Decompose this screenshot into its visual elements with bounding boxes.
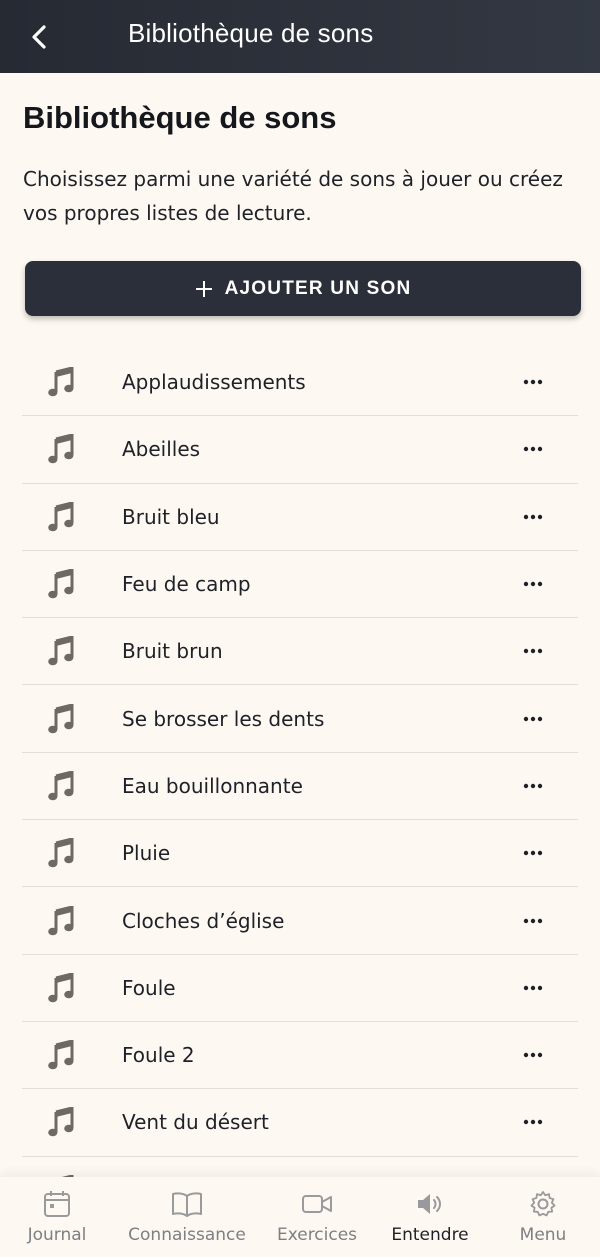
page-description: Choisissez parmi une variété de sons à j… bbox=[23, 167, 563, 225]
music-note-icon bbox=[48, 838, 74, 868]
music-note-icon bbox=[48, 905, 74, 936]
music-note-icon bbox=[48, 1107, 74, 1137]
more-horizontal-icon bbox=[523, 1052, 543, 1058]
sound-list-item[interactable]: Foule bbox=[22, 955, 578, 1022]
bottom-tab-bar: Journal Connaissance Exercices Entendre … bbox=[0, 1177, 600, 1257]
more-horizontal-icon bbox=[523, 918, 543, 923]
chevron-left-icon bbox=[32, 25, 46, 49]
plus-icon bbox=[195, 280, 213, 298]
tab-entendre[interactable]: Entendre bbox=[388, 1177, 472, 1257]
more-options-button[interactable] bbox=[518, 976, 548, 1000]
sound-list-item[interactable]: Eau bouillonnante bbox=[22, 753, 578, 821]
more-options-button[interactable] bbox=[518, 841, 548, 865]
sound-name: Abeilles bbox=[122, 437, 201, 462]
music-note-icon bbox=[48, 367, 74, 397]
calendar-icon bbox=[43, 1189, 71, 1219]
music-note-icon bbox=[48, 434, 74, 464]
music-note-icon bbox=[48, 770, 74, 801]
sound-list-item[interactable]: Abeilles bbox=[22, 416, 578, 484]
tab-label: Entendre bbox=[391, 1225, 469, 1245]
top-app-bar: Bibliothèque de sons bbox=[0, 0, 600, 73]
sound-list-item[interactable]: Feu de camp bbox=[22, 551, 578, 619]
topbar-title: Bibliothèque de sons bbox=[128, 18, 374, 48]
more-options-button[interactable] bbox=[518, 1043, 548, 1067]
music-note-icon bbox=[48, 972, 74, 1003]
sound-name: Vent du désert bbox=[122, 1110, 269, 1135]
more-horizontal-icon bbox=[523, 783, 543, 789]
more-horizontal-icon bbox=[523, 447, 543, 452]
sound-name: Applaudissements bbox=[122, 370, 306, 395]
tab-label: Exercices bbox=[276, 1225, 358, 1245]
tab-connaissance[interactable]: Connaissance bbox=[126, 1177, 248, 1257]
tab-label: Connaissance bbox=[128, 1225, 246, 1245]
page-title: Bibliothèque de sons bbox=[23, 100, 337, 135]
sound-name: Foule bbox=[122, 975, 176, 1000]
sound-list-item[interactable]: Bruit bleu bbox=[22, 484, 578, 551]
music-note-icon bbox=[48, 501, 74, 532]
more-options-button[interactable] bbox=[518, 437, 548, 461]
more-horizontal-icon bbox=[523, 1120, 543, 1125]
more-horizontal-icon bbox=[523, 716, 543, 721]
more-horizontal-icon bbox=[523, 985, 543, 991]
sound-list-item[interactable]: Cloches d’église bbox=[22, 887, 578, 955]
sound-name: Se brosser les dents bbox=[122, 706, 325, 731]
sound-list-item[interactable]: Pluie bbox=[22, 820, 578, 888]
sound-name: Cloches d’église bbox=[122, 908, 285, 933]
tab-menu[interactable]: Menu bbox=[510, 1177, 576, 1257]
sound-name: Pluie bbox=[122, 841, 171, 866]
sound-name: Eau bouillonnante bbox=[122, 773, 303, 798]
tab-label: Menu bbox=[519, 1225, 567, 1245]
sound-list: Applaudissements Abeilles Bruit bleu Feu… bbox=[22, 349, 578, 1177]
sound-list-item[interactable]: Se brosser les dents bbox=[22, 685, 578, 753]
more-options-button[interactable] bbox=[518, 370, 548, 394]
more-horizontal-icon bbox=[523, 514, 543, 519]
more-options-button[interactable] bbox=[518, 639, 548, 663]
music-note-icon bbox=[48, 569, 74, 599]
more-options-button[interactable] bbox=[518, 909, 548, 933]
more-horizontal-icon bbox=[523, 581, 543, 587]
music-note-icon bbox=[48, 1040, 74, 1070]
book-icon bbox=[171, 1189, 203, 1219]
music-note-icon bbox=[48, 636, 74, 666]
more-options-button[interactable] bbox=[518, 707, 548, 731]
more-horizontal-icon bbox=[523, 649, 543, 654]
music-note-icon bbox=[48, 703, 74, 734]
more-options-button[interactable] bbox=[518, 572, 548, 596]
add-sound-button-label: AJOUTER UN SON bbox=[224, 277, 412, 299]
more-options-button[interactable] bbox=[518, 505, 548, 529]
sound-name: Bruit brun bbox=[122, 639, 223, 664]
video-camera-icon bbox=[301, 1189, 333, 1219]
sound-name: Bruit bleu bbox=[122, 504, 220, 529]
sound-list-item[interactable]: Bruit brun bbox=[22, 618, 578, 686]
more-options-button[interactable] bbox=[518, 774, 548, 798]
back-button[interactable] bbox=[22, 20, 56, 54]
sound-list-item[interactable]: Vent du désert bbox=[22, 1089, 578, 1157]
gear-icon bbox=[529, 1189, 557, 1219]
add-sound-button[interactable]: AJOUTER UN SON bbox=[25, 261, 581, 316]
sound-name: Feu de camp bbox=[122, 572, 251, 597]
tab-exercices[interactable]: Exercices bbox=[270, 1177, 364, 1257]
more-horizontal-icon bbox=[523, 379, 543, 385]
more-options-button[interactable] bbox=[518, 1110, 548, 1134]
sound-list-item[interactable]: Foule 2 bbox=[22, 1022, 578, 1090]
tab-label: Journal bbox=[27, 1225, 87, 1245]
sound-list-item[interactable] bbox=[22, 1157, 578, 1177]
sound-name: Foule 2 bbox=[122, 1043, 195, 1068]
more-horizontal-icon bbox=[523, 851, 543, 856]
sound-list-item[interactable]: Applaudissements bbox=[22, 349, 578, 417]
tab-journal[interactable]: Journal bbox=[14, 1177, 100, 1257]
speaker-icon bbox=[416, 1189, 444, 1219]
